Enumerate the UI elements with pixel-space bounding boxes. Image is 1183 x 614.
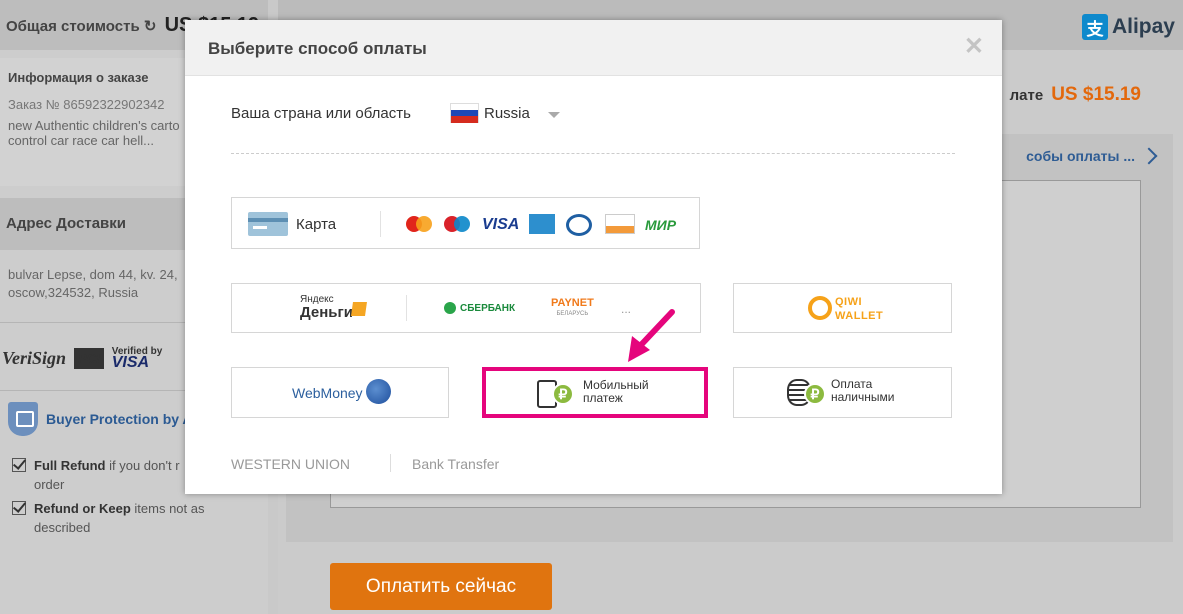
pci-logo: PCI [74,347,104,369]
verisign-logo: VeriSign [2,347,67,368]
payment-method-modal: Выберите способ оплаты ✕ Ваша страна или… [185,20,1002,494]
annotation-arrow-icon [628,309,675,362]
credit-card-icon [248,212,288,236]
chevron-right-icon [1140,147,1158,165]
sberbank-icon [444,302,456,314]
bank-transfer-link[interactable]: Bank Transfer [412,456,499,472]
alipay-logo: 支 Alipay [1081,14,1175,40]
chevron-down-icon[interactable] [548,112,560,118]
sberbank-logo: СБЕРБАНК [444,302,515,314]
verified-by-visa-logo: Verified by VISA [111,346,163,371]
alipay-icon: 支 [1081,14,1108,40]
mir-icon: МИР [645,217,677,233]
buyer-protection[interactable]: Buyer Protection by A [8,402,193,436]
mobile-payment-label: Мобильный платеж [583,378,649,405]
yandex-money-icon [351,302,367,316]
card-label: Карта [296,216,337,233]
ruble-icon: ₽ [804,383,826,405]
country-label: Ваша страна или область [231,105,411,122]
payment-total: лате US $15.19 [1009,84,1141,105]
divider [390,454,391,472]
shipping-address: bulvar Lepse, dom 44, kv. 24, oscow,3245… [8,267,178,300]
western-union-link[interactable]: WESTERN UNION [231,456,350,472]
total-cost-label: Общая стоимость [6,18,140,35]
close-icon[interactable]: ✕ [964,32,984,61]
payment-option-cash[interactable]: ₽ Оплата наличными [733,367,952,418]
payment-option-webmoney[interactable]: WebMoney [231,367,449,418]
mastercard-icon [406,214,434,236]
divider [380,211,381,237]
diners-club-icon [566,214,592,236]
payment-option-qiwi[interactable]: QIWI WALLET [733,283,952,333]
cash-payment-label: Оплата наличными [831,377,895,404]
checkmark-icon [12,458,26,472]
qiwi-label: QIWI WALLET [835,296,884,322]
modal-title: Выберите способ оплаты [208,39,427,58]
paynet-logo: PAYNET БЕЛАРУСЬ [551,297,594,318]
yandex-money-logo: Яндекс Деньги [300,294,367,320]
webmoney-globe-icon [366,379,391,404]
discover-icon [605,214,635,234]
webmoney-label: WebMoney [292,385,363,401]
refresh-icon[interactable]: ↻ [144,18,157,35]
divider [406,295,407,321]
payment-option-mobile[interactable]: ₽ Мобильный платеж [482,367,708,418]
ruble-icon: ₽ [552,383,574,405]
qiwi-icon [808,296,832,320]
visa-icon: VISA [482,216,520,233]
pay-now-button[interactable]: Оплатить сейчас [330,563,552,610]
guarantee-full-refund: Full Refund if you don't r order [12,456,180,494]
country-select[interactable]: Russia [484,105,530,122]
guarantee-refund-or-keep: Refund or Keep items not as described [12,499,205,537]
maestro-icon [444,214,472,236]
divider [231,153,955,154]
buyer-protection-label: Buyer Protection by A [46,411,193,427]
shield-icon [8,402,38,436]
other-payment-methods-link[interactable]: собы оплаты ... [1026,147,1158,165]
amex-icon [529,214,555,234]
russia-flag-icon[interactable] [450,103,479,123]
trust-badges: VeriSign PCI Verified by VISA [2,340,162,376]
payment-total-amount: US $15.19 [1051,84,1141,105]
checkmark-icon [12,501,26,515]
payment-option-card[interactable]: Карта VISA МИР [231,197,700,249]
modal-header: Выберите способ оплаты ✕ [185,20,1002,76]
